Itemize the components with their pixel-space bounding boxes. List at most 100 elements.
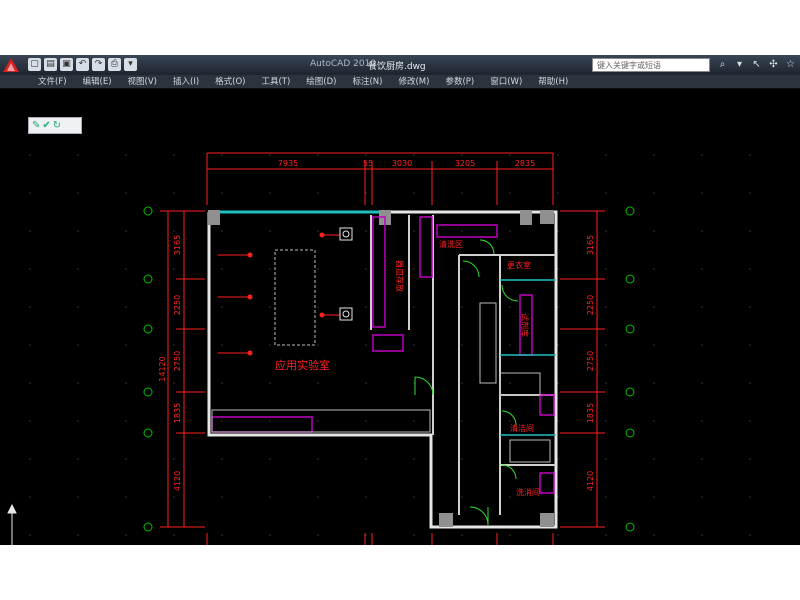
room-label-vessel-storage: 器皿存放	[395, 260, 405, 292]
grid-dot	[461, 306, 463, 308]
grid-dot	[701, 534, 703, 536]
dim-right-4: 1835	[586, 403, 595, 423]
menu-view[interactable]: 视图(V)	[120, 75, 165, 88]
grid-dot	[605, 534, 607, 536]
grid-dot	[125, 496, 127, 498]
edit-icon[interactable]: ✎	[32, 119, 40, 132]
dim-right-1: 3165	[586, 235, 595, 255]
autocad-logo-icon[interactable]	[2, 57, 20, 73]
grid-dot	[269, 496, 271, 498]
grid-dot	[653, 458, 655, 460]
undo-icon[interactable]: ↶	[76, 58, 89, 71]
menu-file[interactable]: 文件(F)	[30, 75, 75, 88]
room-label-changing: 更衣室	[507, 260, 531, 270]
grid-dot	[173, 268, 175, 270]
grid-dot	[605, 192, 607, 194]
menu-draw[interactable]: 绘图(D)	[298, 75, 344, 88]
plot-icon[interactable]: ⎙	[108, 58, 121, 71]
star-icon[interactable]: ☆	[784, 58, 797, 71]
grid-dot	[653, 534, 655, 536]
menu-format[interactable]: 格式(O)	[207, 75, 253, 88]
menu-insert[interactable]: 插入(I)	[165, 75, 207, 88]
menu-parameter[interactable]: 参数(P)	[437, 75, 482, 88]
grid-dot	[749, 496, 751, 498]
grid-dot	[605, 154, 607, 156]
new-file-icon[interactable]: ▢	[28, 58, 41, 71]
grid-dot	[413, 458, 415, 460]
dim-top-1: 7935	[278, 159, 298, 168]
grid-dot	[269, 382, 271, 384]
grid-dot	[125, 192, 127, 194]
grid-dot	[605, 344, 607, 346]
grid-dot	[365, 496, 367, 498]
grid-dot	[509, 420, 511, 422]
grid-dot	[173, 534, 175, 536]
grid-dot	[269, 420, 271, 422]
search-input[interactable]: 键入关键字或短语	[592, 58, 710, 72]
quick-access-toolbar: ▢ ▤ ▣ ↶ ↷ ⎙ ▾	[28, 58, 137, 72]
grid-dot	[557, 154, 559, 156]
menu-modify[interactable]: 修改(M)	[390, 75, 437, 88]
grid-dot	[77, 230, 79, 232]
grid-dot	[221, 154, 223, 156]
grid-dot	[653, 154, 655, 156]
grid-dot	[605, 306, 607, 308]
grid-dot	[125, 230, 127, 232]
chevron-down-icon[interactable]: ▾	[124, 58, 137, 71]
grid-dot	[701, 344, 703, 346]
room-label-janitor: 清洁间	[510, 423, 534, 433]
floating-toolbar: ✎ ✔ ↻	[28, 117, 82, 134]
dim-top-5: 2835	[515, 159, 535, 168]
menu-help[interactable]: 帮助(H)	[530, 75, 576, 88]
grid-dot	[749, 306, 751, 308]
grid-dot	[653, 306, 655, 308]
grid-dot	[269, 230, 271, 232]
grid-dot	[461, 192, 463, 194]
grid-dot	[173, 154, 175, 156]
open-file-icon[interactable]: ▤	[44, 58, 57, 71]
menu-edit[interactable]: 编辑(E)	[75, 75, 120, 88]
grid-dot	[749, 344, 751, 346]
grid-dot	[365, 344, 367, 346]
grid-dot	[221, 458, 223, 460]
grid-dot	[365, 306, 367, 308]
room-label-disinfection: 洗消间	[516, 487, 540, 497]
grid-dot	[173, 192, 175, 194]
grid-dot	[701, 154, 703, 156]
title-right-icons: ⌕ ▾ ↖ ✣ ☆ ?	[716, 58, 800, 71]
axis-bubbles	[143, 206, 635, 532]
menu-dimension[interactable]: 标注(N)	[344, 75, 390, 88]
binoculars-icon[interactable]: ⌕	[716, 58, 729, 71]
grid-dot	[701, 420, 703, 422]
grid-dot	[221, 306, 223, 308]
grid-dot	[269, 154, 271, 156]
grid-dot	[749, 192, 751, 194]
grid-dot	[125, 154, 127, 156]
network-icon[interactable]: ✣	[767, 58, 780, 71]
refresh-icon[interactable]: ↻	[53, 119, 61, 132]
grid-dot	[605, 230, 607, 232]
grid-dot	[317, 192, 319, 194]
dimension-left-labels: 3165 2250 2750 1835 4120 14120	[158, 235, 182, 491]
check-icon[interactable]: ✔	[42, 119, 50, 132]
room-label-cleaning: 清洗区	[439, 239, 463, 249]
menu-window[interactable]: 窗口(W)	[482, 75, 530, 88]
dim-right-2: 2250	[586, 295, 595, 315]
redo-icon[interactable]: ↷	[92, 58, 105, 71]
grid-dot	[365, 382, 367, 384]
save-icon[interactable]: ▣	[60, 58, 73, 71]
menu-tools[interactable]: 工具(T)	[253, 75, 298, 88]
drawing-canvas[interactable]: 7935 55 3030 3205 2835 7935 55 3030 3205…	[0, 90, 800, 545]
grid-dot	[269, 344, 271, 346]
grid-dot	[749, 230, 751, 232]
title-bar: ▢ ▤ ▣ ↶ ↷ ⎙ ▾ AutoCAD 2010 餐饮厨房.dwg 键入关键…	[0, 55, 800, 75]
ucs-icon	[7, 503, 17, 545]
chevron-down-icon[interactable]: ▾	[733, 58, 746, 71]
dim-left-4: 1835	[173, 403, 182, 423]
grid-dot	[317, 382, 319, 384]
grid-dot	[29, 458, 31, 460]
grid-dot	[653, 268, 655, 270]
pointer-icon[interactable]: ↖	[750, 58, 763, 71]
grid-dot	[413, 230, 415, 232]
dim-top-4: 3205	[455, 159, 475, 168]
